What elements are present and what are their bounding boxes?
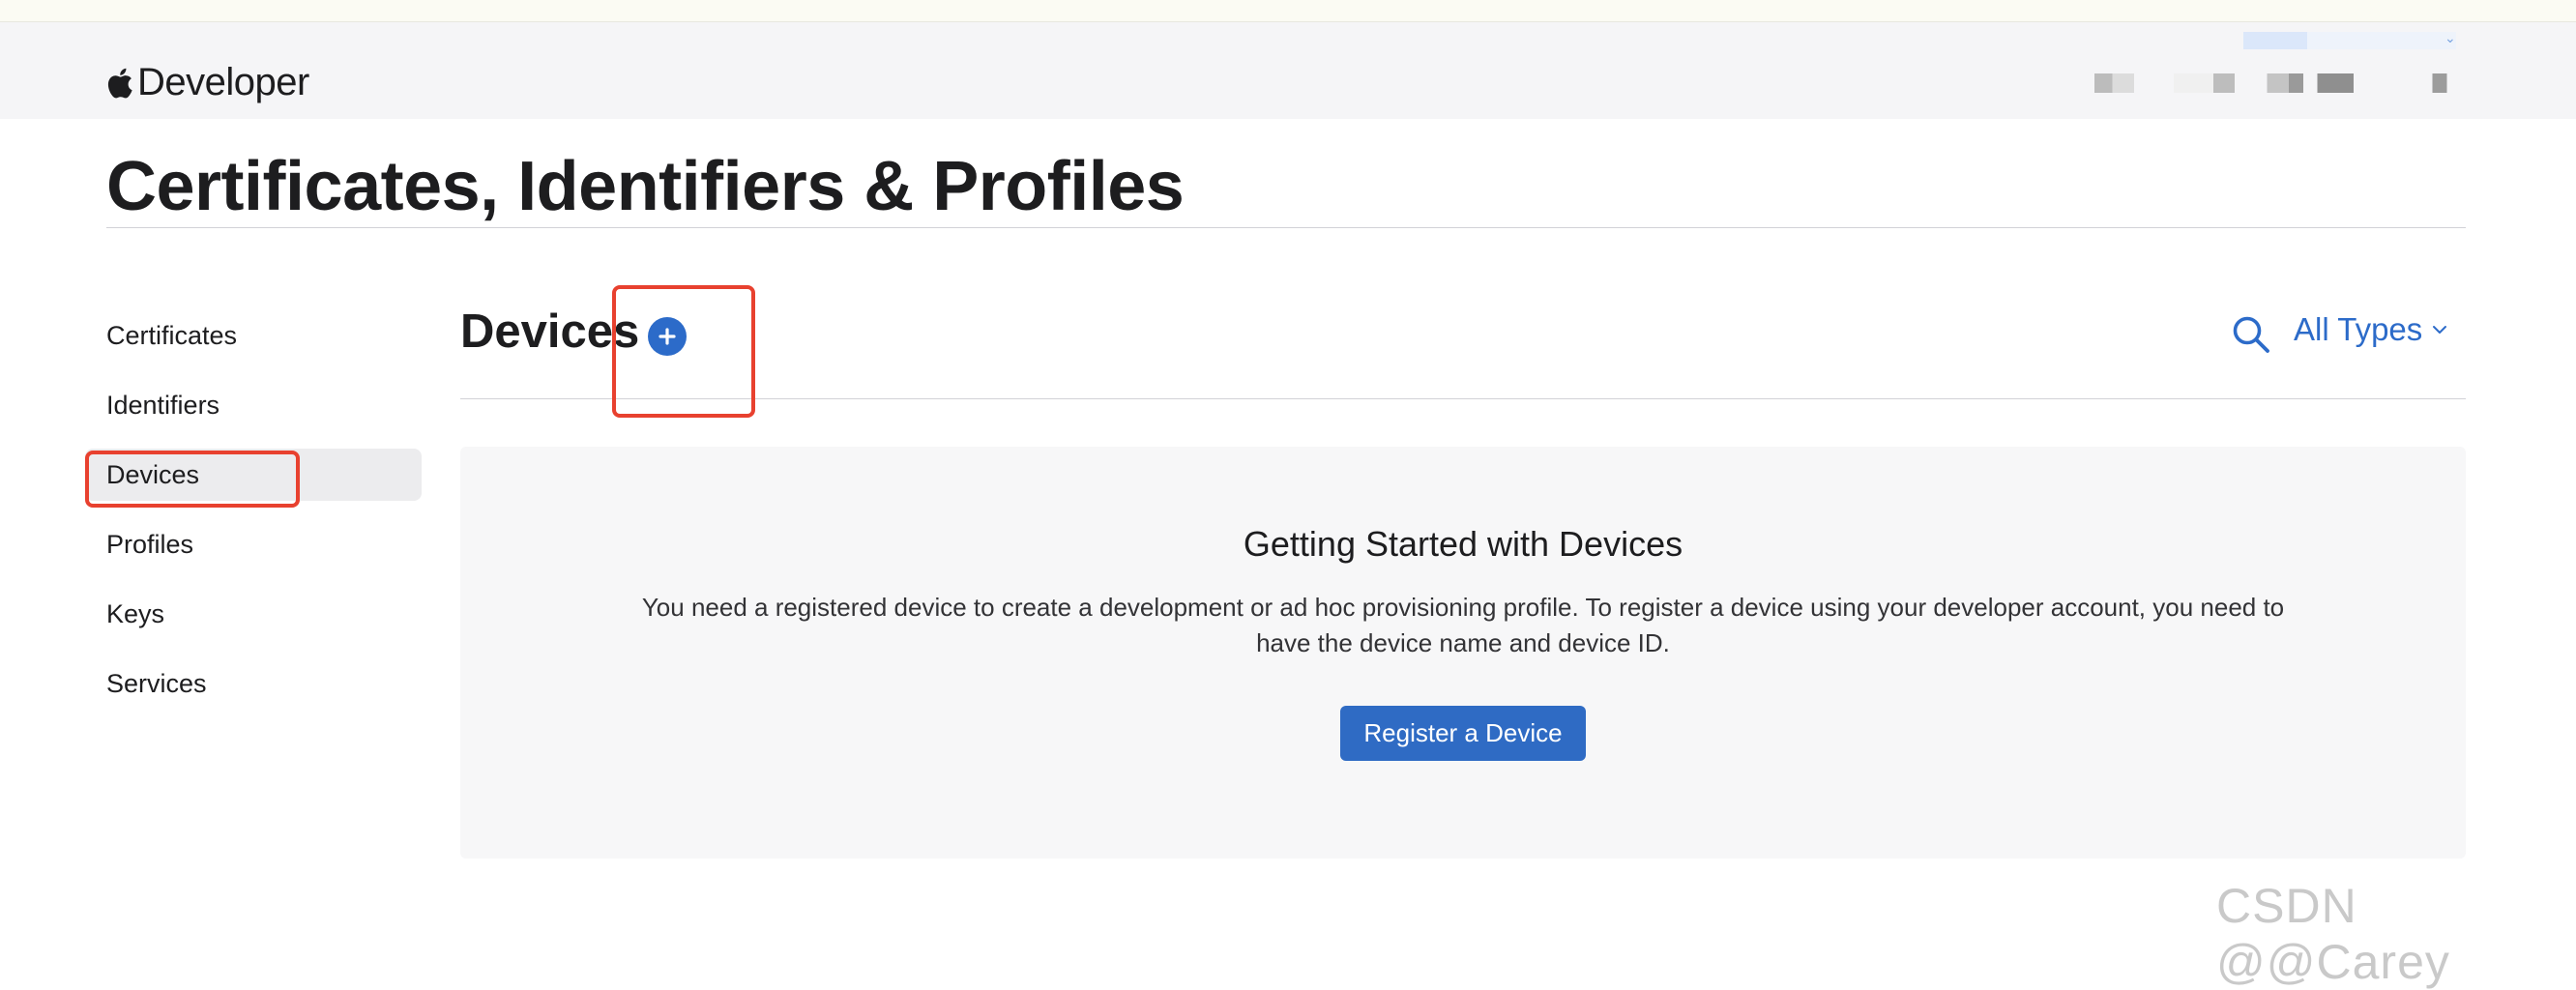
page-title: Certificates, Identifiers & Profiles — [106, 148, 1185, 225]
sidebar: Certificates Identifiers Devices Profile… — [85, 309, 422, 727]
sidebar-item-label: Certificates — [106, 320, 238, 350]
section-header: Devices All Types — [460, 290, 2466, 399]
chevron-down-icon: ⌄ — [2444, 30, 2456, 45]
global-header: Developer ⌄ — [0, 22, 2576, 119]
plus-icon — [659, 328, 676, 345]
sidebar-item-devices[interactable]: Devices — [85, 449, 422, 501]
sidebar-item-identifiers[interactable]: Identifiers — [85, 379, 422, 431]
account-name — [2243, 32, 2456, 49]
sidebar-item-label: Services — [106, 668, 207, 698]
watermark: CSDN @@Carey — [2216, 879, 2450, 989]
chevron-down-icon — [2433, 326, 2447, 334]
type-filter-dropdown[interactable]: All Types — [2294, 311, 2447, 348]
brand-text: Developer — [137, 61, 309, 103]
filter-label: All Types — [2294, 311, 2423, 347]
account-team — [2094, 73, 2454, 93]
account-menu[interactable]: ⌄ — [2079, 22, 2466, 119]
empty-state-description: You need a registered device to create a… — [641, 593, 2285, 657]
section-title: Devices — [460, 306, 640, 358]
sidebar-item-services[interactable]: Services — [85, 657, 422, 710]
apple-logo-icon — [107, 68, 132, 98]
search-icon[interactable] — [2230, 313, 2272, 356]
sidebar-item-label: Devices — [106, 459, 200, 489]
sidebar-item-keys[interactable]: Keys — [85, 588, 422, 640]
sidebar-item-profiles[interactable]: Profiles — [85, 518, 422, 570]
developer-logo[interactable]: Developer — [106, 61, 309, 104]
register-device-button[interactable]: Register a Device — [1340, 706, 1586, 761]
top-strip — [0, 0, 2576, 22]
sidebar-item-certificates[interactable]: Certificates — [85, 309, 422, 362]
empty-state-title: Getting Started with Devices — [1243, 524, 1683, 564]
sidebar-item-label: Identifiers — [106, 390, 220, 420]
sidebar-item-label: Keys — [106, 598, 165, 628]
title-divider — [106, 227, 2466, 228]
add-device-button[interactable] — [648, 317, 687, 356]
sidebar-item-label: Profiles — [106, 529, 194, 559]
empty-state-panel: Getting Started with Devices You need a … — [460, 447, 2466, 859]
